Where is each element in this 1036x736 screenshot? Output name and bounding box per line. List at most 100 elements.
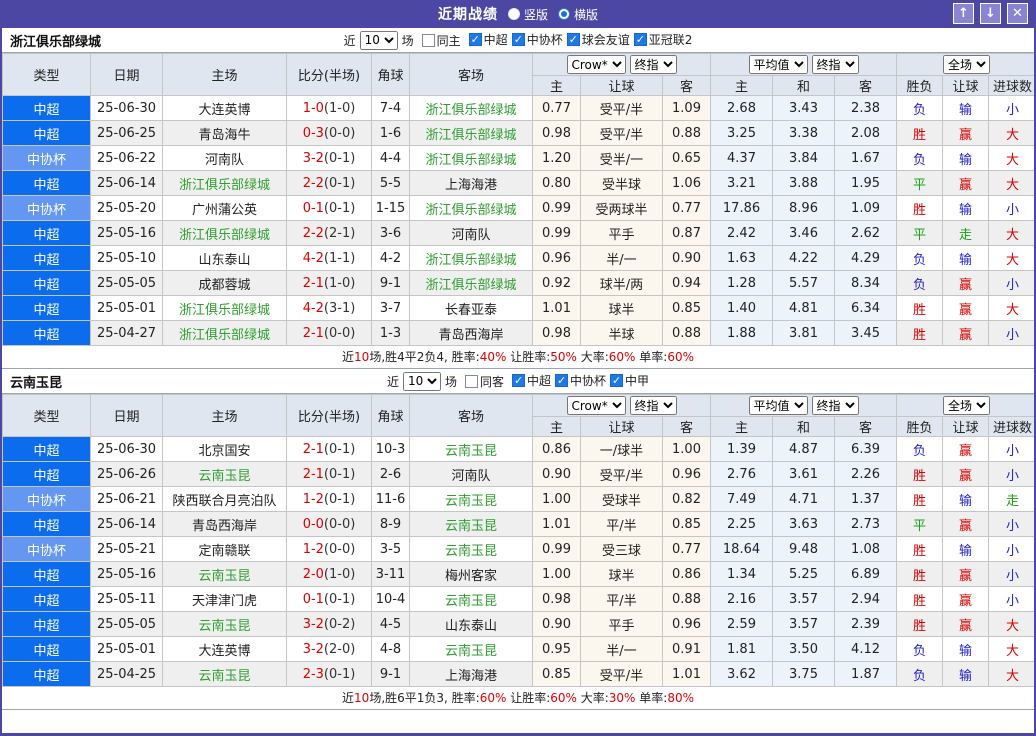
- league-filter-checkbox[interactable]: 亚冠联2: [633, 31, 692, 48]
- team-section: 云南玉昆 近 10 场 同客 中超中协杯中甲 类型: [2, 369, 1034, 710]
- scope-select[interactable]: 全场: [943, 396, 991, 415]
- league-filter-checkbox[interactable]: 球会友谊: [566, 31, 630, 48]
- same-venue-checkbox[interactable]: 同客: [464, 373, 504, 390]
- score-cell: 2-1(0-1): [286, 436, 372, 462]
- fulltime-score: 3-2: [302, 150, 324, 166]
- league-filter-checkbox[interactable]: 中协杯: [555, 372, 606, 389]
- results-table: 类型 日期 主场 比分(半场) 角球 客场 Crow*终指 平均值终指 全场: [2, 394, 1034, 687]
- league-filter-checkbox[interactable]: 中超: [512, 372, 551, 389]
- handicap-home-odds-cell: 0.99: [532, 195, 581, 221]
- handicap-line-cell: 球半/两: [580, 270, 663, 296]
- match-type-cell: 中超: [2, 220, 91, 246]
- avg-draw-odds-cell: 3.57: [772, 611, 836, 637]
- home-team-cell: 浙江俱乐部绿城: [162, 220, 287, 246]
- handicap-line-cell: 半/一: [580, 636, 663, 662]
- average-select[interactable]: 平均值: [748, 396, 808, 415]
- halftime-score: (0-1): [323, 666, 356, 682]
- result-outcome-cell: 负: [896, 436, 944, 462]
- odds-company-select[interactable]: Crow*: [566, 396, 626, 415]
- summary-text: 10: [354, 691, 370, 705]
- average-final-select[interactable]: 终指: [811, 55, 859, 74]
- corners-cell: 10-3: [371, 436, 410, 462]
- col-header-type: 类型: [2, 53, 91, 96]
- score-cell: 2-1(1-0): [286, 270, 372, 296]
- handicap-group-header: Crow* 终指: [531, 394, 712, 417]
- odds-final-select[interactable]: 终指: [629, 396, 677, 415]
- subcol-avg-away: 客: [834, 416, 898, 437]
- window-title: 近期战绩: [437, 7, 498, 23]
- handicap-home-odds-cell: 1.01: [532, 295, 581, 321]
- result-outcome-cell: 平: [896, 170, 944, 196]
- handicap-line-cell: 半/一: [580, 245, 663, 271]
- summary-row: 近10场,胜4平2负4, 胜率:40% 让胜率:50% 大率:60% 单率:60…: [2, 346, 1034, 369]
- corners-cell: 1-3: [371, 320, 410, 346]
- avg-away-odds-cell: 4.12: [834, 636, 898, 662]
- handicap-home-odds-cell: 0.96: [532, 245, 581, 271]
- fulltime-score: 2-0: [302, 566, 324, 582]
- result-goals-cell: 大: [988, 295, 1034, 321]
- move-down-button[interactable]: ↓: [980, 3, 1001, 24]
- handicap-away-odds-cell: 1.09: [661, 95, 712, 121]
- avg-home-odds-cell: 7.49: [710, 486, 774, 512]
- league-filter-checkbox[interactable]: 中超: [468, 31, 508, 48]
- match-count-select[interactable]: 10: [402, 371, 441, 391]
- avg-home-odds-cell: 1.40: [710, 295, 774, 321]
- view-radio[interactable]: 竖版: [507, 6, 548, 23]
- halftime-score: (0-1): [323, 591, 356, 607]
- handicap-away-odds-cell: 1.06: [661, 170, 712, 196]
- match-count-select[interactable]: 10: [359, 30, 398, 50]
- result-handicap-cell: 赢: [942, 611, 990, 637]
- average-select[interactable]: 平均值: [748, 55, 808, 74]
- avg-home-odds-cell: 2.68: [710, 95, 774, 121]
- score-cell: 1-0(1-0): [286, 95, 372, 121]
- avg-away-odds-cell: 8.34: [834, 270, 898, 296]
- corners-cell: 4-5: [371, 611, 410, 637]
- corners-cell: 1-6: [371, 120, 410, 146]
- score-cell: 2-1(0-0): [286, 320, 372, 346]
- avg-away-odds-cell: 2.73: [834, 511, 898, 537]
- league-filter-checkbox[interactable]: 中协杯: [511, 31, 563, 48]
- result-goals-cell: 小: [988, 436, 1034, 462]
- avg-away-odds-cell: 1.95: [834, 170, 898, 196]
- home-team-cell: 云南玉昆: [162, 461, 287, 487]
- handicap-line-cell: 平手: [580, 220, 663, 246]
- avg-draw-odds-cell: 9.48: [772, 536, 836, 562]
- handicap-away-odds-cell: 0.91: [661, 636, 712, 662]
- result-handicap-cell: 赢: [942, 295, 990, 321]
- summary-row: 近10场,胜6平1负3, 胜率:60% 让胜率:60% 大率:30% 单率:80…: [2, 687, 1034, 710]
- view-radio[interactable]: 横版: [558, 6, 598, 23]
- result-handicap-cell: 输: [942, 145, 990, 171]
- avg-home-odds-cell: 3.62: [710, 661, 774, 687]
- halftime-score: (0-2): [323, 616, 356, 632]
- arrow-down-icon: ↓: [985, 6, 996, 21]
- match-row: 中协杯 25-05-21 定南赣联 1-2(0-0) 3-5 云南玉昆 0.99 受三球 0.7…: [2, 536, 1034, 562]
- same-venue-checkbox[interactable]: 同主: [421, 32, 461, 49]
- subcol-handicap-home: 主: [532, 75, 581, 96]
- match-type-cell: 中协杯: [2, 486, 91, 512]
- score-cell: 0-1(0-1): [286, 195, 372, 221]
- col-header-away: 客场: [409, 53, 533, 96]
- score-cell: 3-2(0-1): [286, 145, 372, 171]
- summary-text: 60%: [550, 691, 577, 705]
- handicap-line-cell: 受半球: [580, 170, 663, 196]
- odds-final-select[interactable]: 终指: [629, 55, 677, 74]
- handicap-away-odds-cell: 0.94: [661, 270, 712, 296]
- avg-away-odds-cell: 2.26: [834, 461, 898, 487]
- move-up-button[interactable]: ↑: [953, 3, 974, 24]
- halftime-score: (0-1): [323, 150, 356, 166]
- avg-draw-odds-cell: 3.50: [772, 636, 836, 662]
- odds-company-select[interactable]: Crow*: [566, 55, 626, 74]
- halftime-score: (0-0): [323, 516, 356, 532]
- result-goals-cell: 大: [988, 661, 1034, 687]
- avg-home-odds-cell: 2.76: [710, 461, 774, 487]
- scope-select[interactable]: 全场: [943, 55, 991, 74]
- result-handicap-cell: 赢: [942, 170, 990, 196]
- match-type-cell: 中超: [2, 561, 91, 587]
- subcol-handicap-home: 主: [532, 416, 581, 437]
- results-table: 类型 日期 主场 比分(半场) 角球 客场 Crow*终指 平均值终指 全场: [2, 53, 1034, 346]
- average-final-select[interactable]: 终指: [811, 396, 859, 415]
- result-outcome-cell: 胜: [896, 586, 944, 612]
- close-button[interactable]: ✕: [1007, 3, 1028, 24]
- handicap-home-odds-cell: 0.98: [532, 320, 581, 346]
- league-filter-checkbox[interactable]: 中甲: [610, 372, 649, 389]
